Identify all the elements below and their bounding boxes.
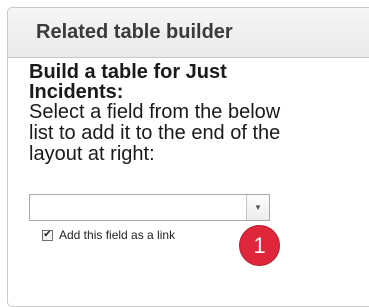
add-as-link-row: ✔ Add this field as a link [42,228,175,242]
builder-content: Build a table for Just Incidents: Select… [29,62,349,165]
build-heading-line-2: Incidents: [29,81,124,103]
triangle-down-icon[interactable]: ▼ [246,195,269,220]
build-heading-line-1: Build a table for Just [29,61,227,83]
build-heading: Build a table for Just Incidents: [29,62,349,102]
add-as-link-checkbox[interactable]: ✔ [42,229,53,241]
panel-title: Related table builder [36,21,233,43]
field-select[interactable]: ▼ [29,194,270,221]
instruction-line-2: list to add it to the end of the [29,122,281,144]
annotation-number: 1 [253,232,266,258]
add-as-link-label[interactable]: Add this field as a link [59,228,175,242]
instruction-line-1: Select a field from the below [29,101,281,123]
instruction-text: Select a field from the below list to ad… [29,102,349,165]
panel-header: Related table builder [8,8,369,58]
annotation-badge: 1 [240,226,279,265]
instruction-line-3: layout at right: [29,143,155,165]
